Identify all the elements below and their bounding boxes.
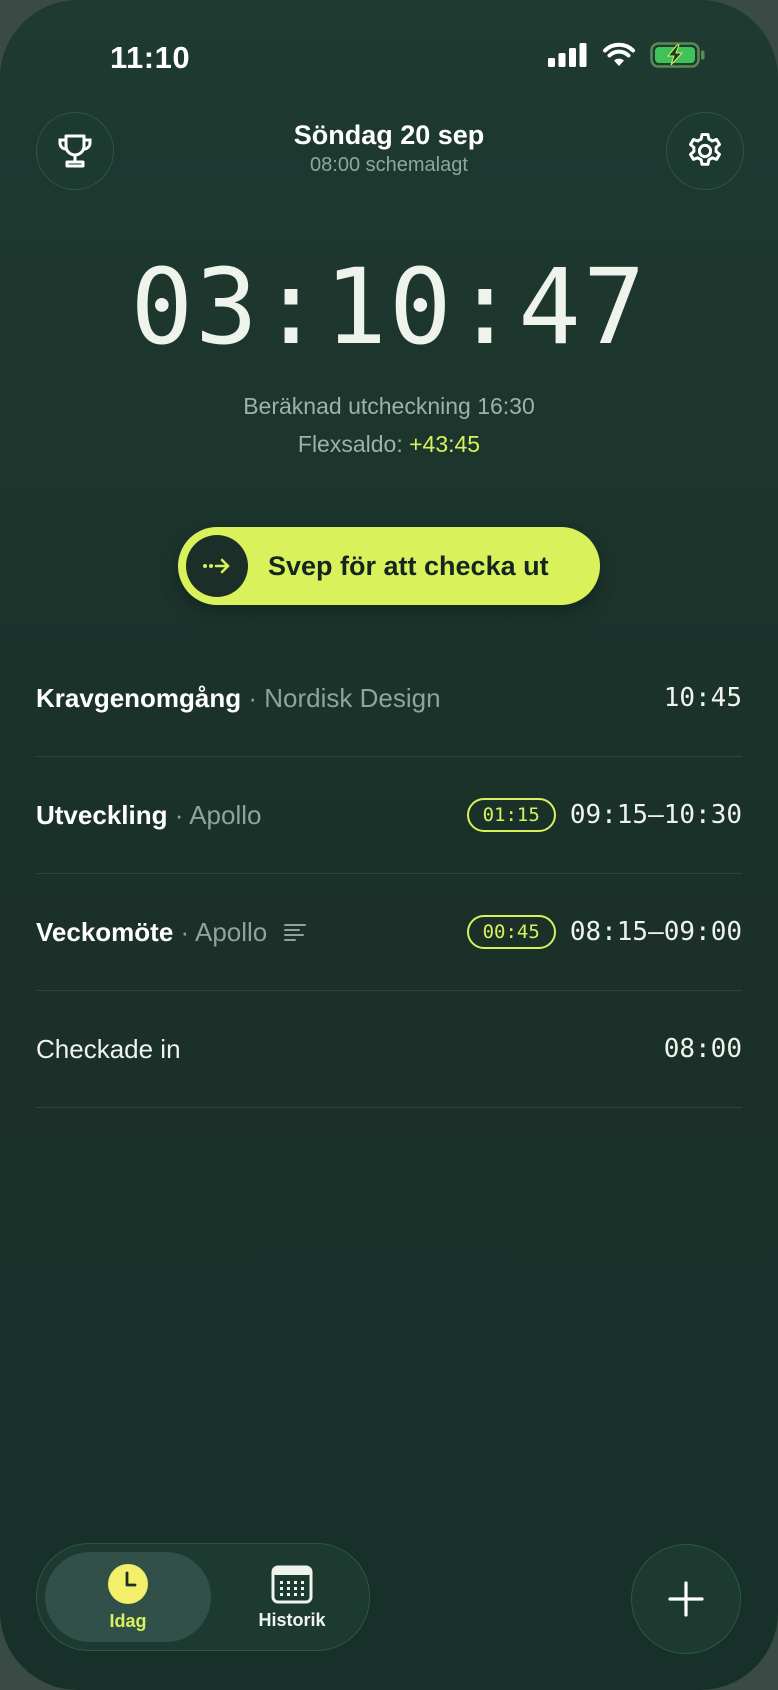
tab-today-label: Idag [109,1610,147,1631]
calendar-icon [271,1565,313,1603]
clock-icon [108,1563,148,1604]
entry-description: Utveckling · Apollo [36,757,261,873]
entry-time-range: 09:15–10:30 [569,800,742,830]
plus-icon [668,1581,704,1617]
time-entry[interactable]: Utveckling · Apollo 01:15 09:15–10:30 [36,757,742,874]
swipe-to-checkout[interactable]: Svep för att checka ut [178,527,600,605]
entry-title: Kravgenomgång [36,683,242,713]
entry-time-range: 08:15–09:00 [569,917,742,947]
scheduled-start: 08:00 schemalagt [310,154,468,176]
entry-time: 10:45 [663,683,742,713]
entry-meta: 08:00 [664,991,742,1107]
entry-description: Veckomöte · Apollo [36,874,307,990]
swipe-label: Svep för att checka ut [268,551,549,581]
elapsed-timer: 03:10:47 [130,246,648,368]
settings-button[interactable] [666,112,744,190]
battery-charging-icon [650,42,705,68]
separator-dot: · [174,800,190,830]
entry-meta: 10:45 [664,640,742,756]
add-entry-button[interactable] [631,1544,741,1654]
app-screen: 11:10 Söndag 20 sep 08:00 schemalagt 03:… [0,0,778,1690]
entry-title: Veckomöte [36,917,174,947]
flex-balance-value: +43:45 [409,431,481,457]
entry-client: Nordisk Design [264,683,441,713]
swipe-handle[interactable] [186,535,248,597]
tab-today[interactable]: Idag [45,1552,211,1642]
status-time: 11:10 [110,40,191,75]
arrow-right-icon [203,558,230,574]
entry-title: Utveckling [36,800,168,830]
entry-description: Kravgenomgång · Nordisk Design [36,640,441,756]
entry-client: Apollo [189,800,262,830]
duration-badge: 00:45 [466,915,556,949]
time-entry[interactable]: Kravgenomgång · Nordisk Design 10:45 [36,640,742,757]
entry-client: Apollo [194,917,268,947]
tab-bar: Idag Historik [36,1543,370,1651]
duration-badge: 01:15 [466,798,556,832]
gear-icon [688,133,722,166]
status-icons [548,42,706,68]
notes-icon [283,924,306,942]
separator-dot: · [248,683,265,713]
entry-title: Checkade in [36,1034,181,1064]
status-bar: 11:10 [0,0,778,110]
time-entry[interactable]: Veckomöte · Apollo 00:45 08:15–09:00 [36,874,742,991]
entry-time: 08:00 [663,1034,742,1064]
check-in-entry[interactable]: Checkade in 08:00 [36,991,742,1108]
flex-balance: Flexsaldo: +43:45 [0,431,778,458]
header-date: Söndag 20 sep [293,120,485,150]
wifi-icon [603,42,635,66]
estimated-checkout: Beräknad utcheckning 16:30 [243,393,535,419]
entry-description: Checkade in [36,991,181,1107]
separator-dot: · [180,917,195,947]
tab-history-label: Historik [258,1609,326,1630]
cellular-signal-icon [548,43,587,67]
flex-balance-label: Flexsaldo: [297,431,403,457]
entry-meta: 01:15 09:15–10:30 [466,757,742,873]
tab-history[interactable]: Historik [209,1552,375,1642]
time-entry-list: Kravgenomgång · Nordisk Design 10:45 Utv… [36,640,742,1108]
entry-meta: 00:45 08:15–09:00 [466,874,742,990]
